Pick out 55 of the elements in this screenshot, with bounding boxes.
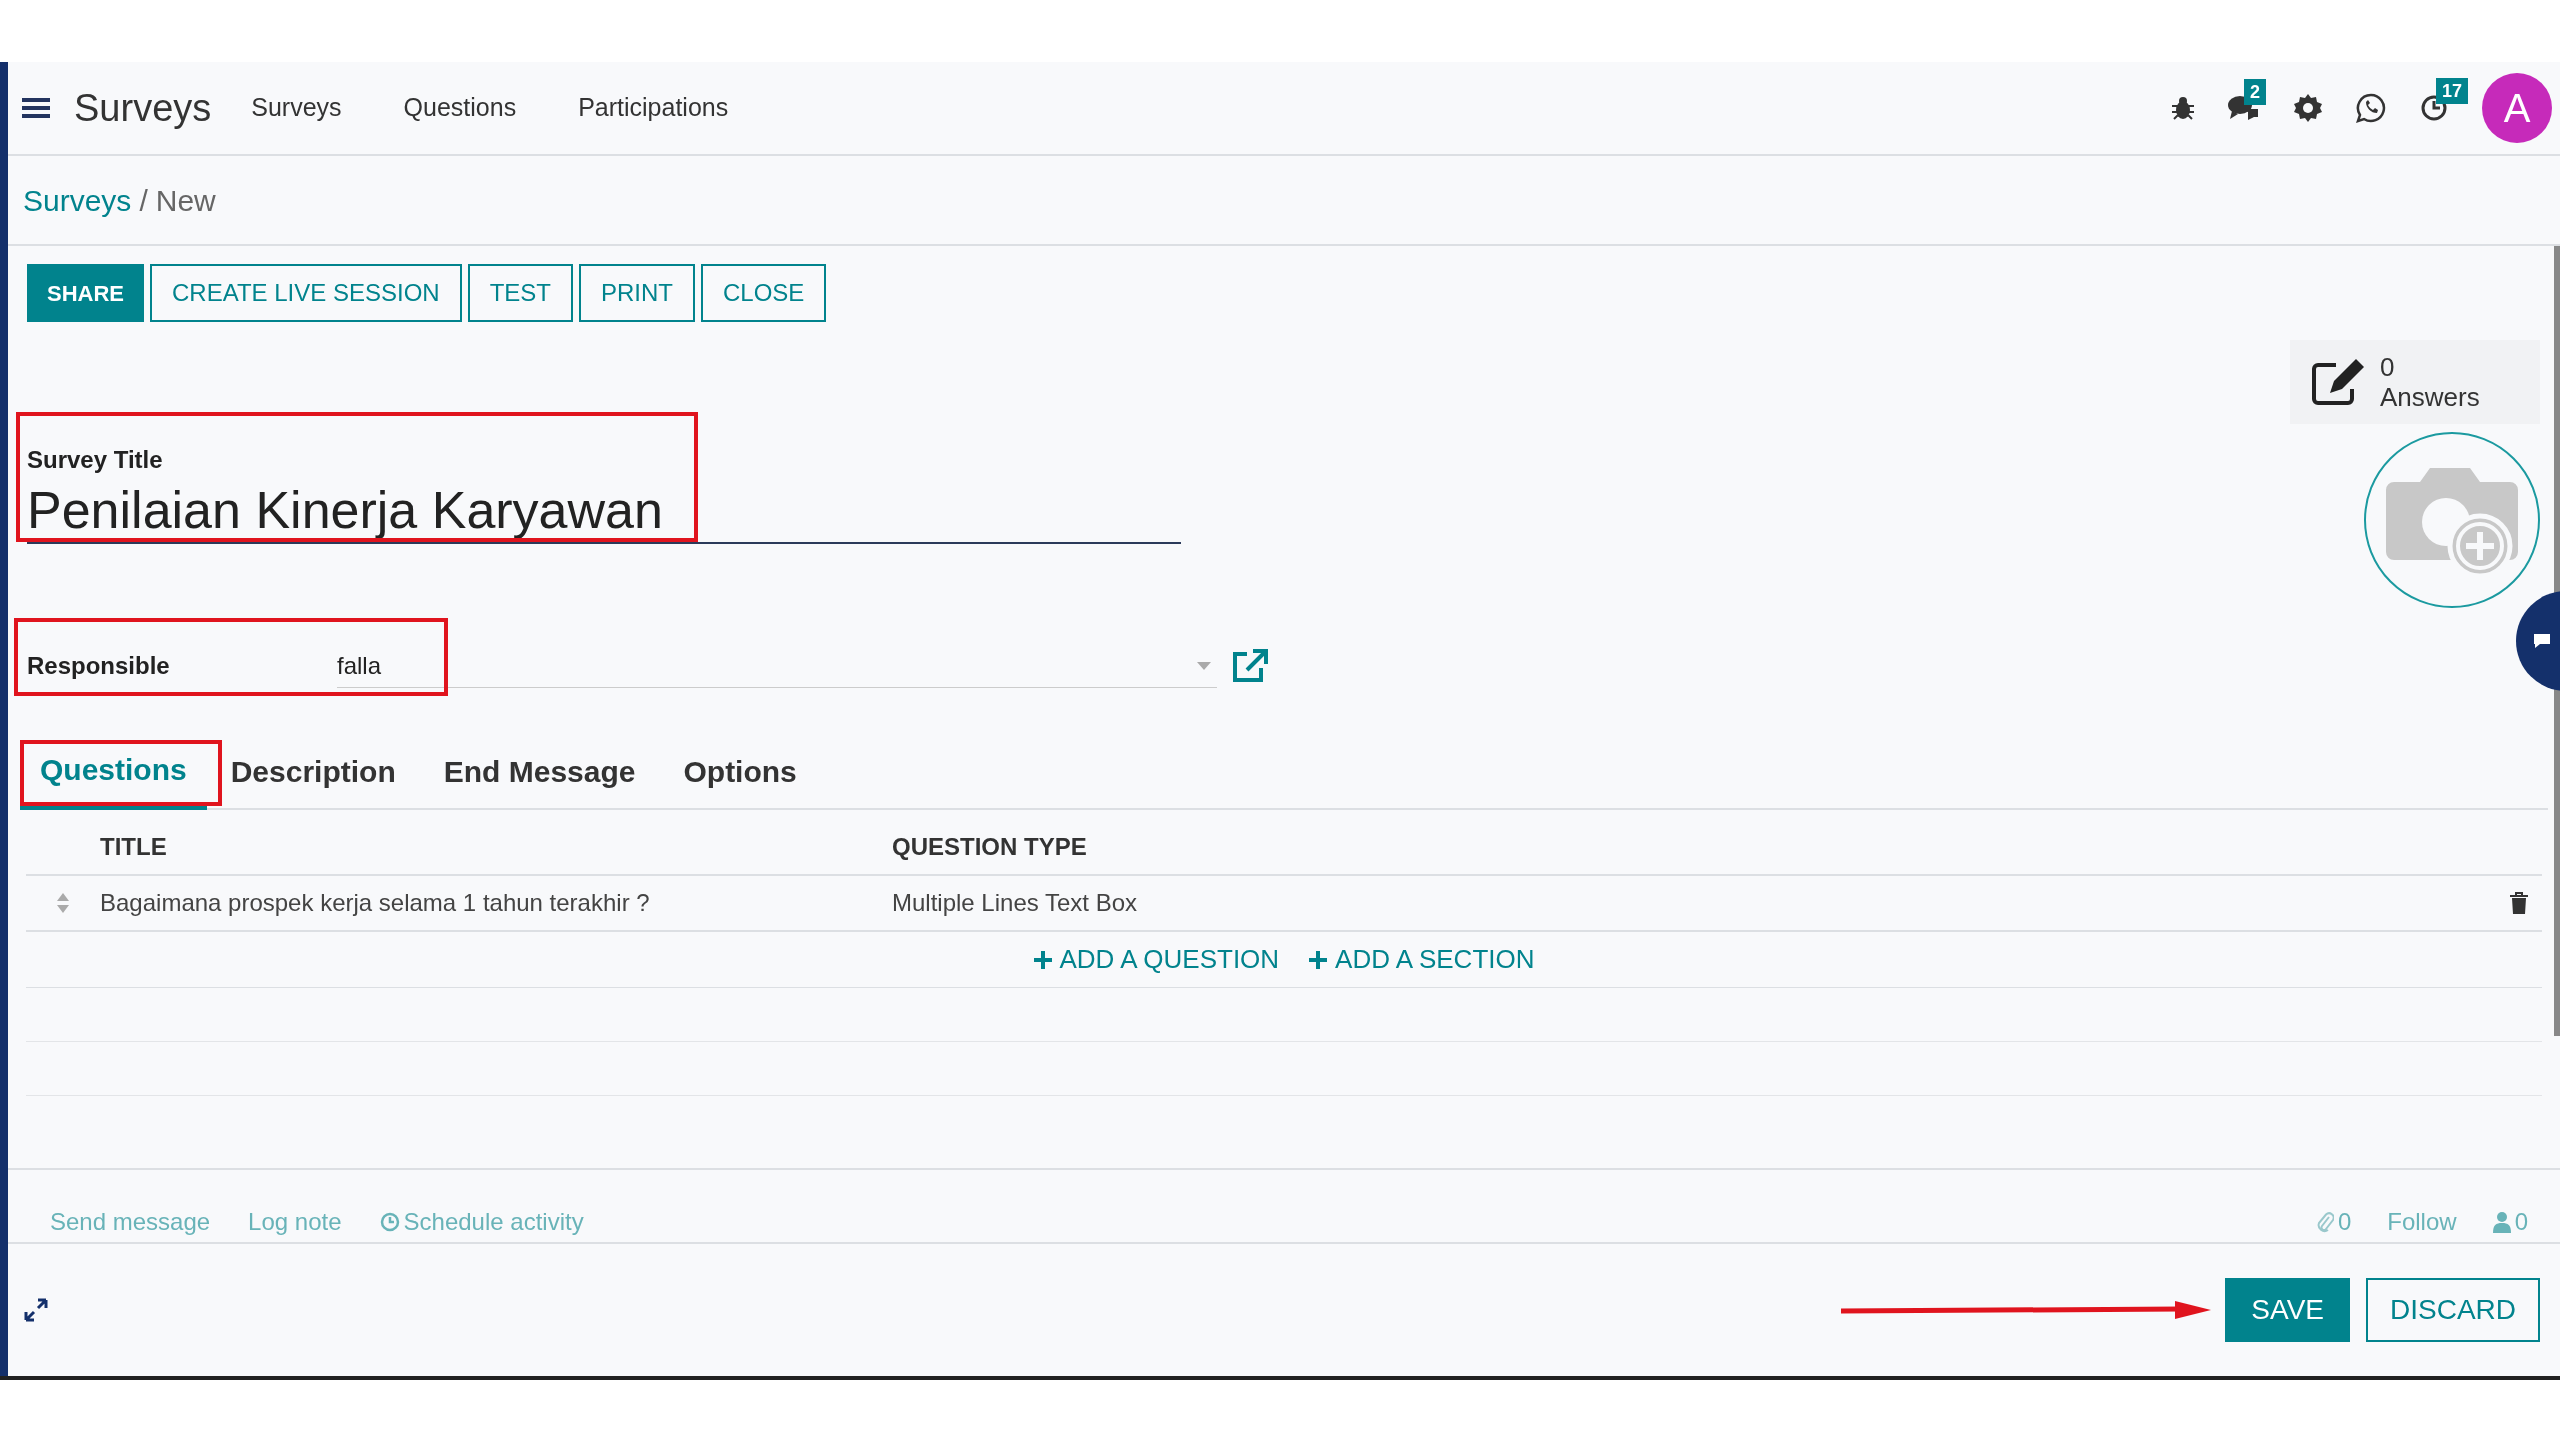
field-label: Survey Title	[27, 445, 164, 475]
table-cell-text: Bagaimana prospek kerja selama 1 tahun terakhir ?	[100, 888, 651, 918]
title-field[interactable]: Penilaian Kinerja Karyawan	[27, 478, 1181, 544]
chatter-link[interactable]: Log note	[248, 1204, 342, 1240]
breadcrumb-link[interactable]: Surveys	[23, 177, 132, 223]
table-cell-text: Multiple Lines Text Box	[892, 888, 1137, 918]
external-link-icon[interactable]	[1231, 648, 1269, 684]
field-label: Responsible	[27, 651, 171, 681]
chat-icon	[2532, 632, 2552, 650]
action-button[interactable]: TEST	[467, 264, 573, 322]
action-button[interactable]: CREATE LIVE SESSION	[150, 264, 462, 322]
bug-icon[interactable]	[2172, 96, 2194, 120]
follow-link[interactable]: Follow	[2387, 1204, 2457, 1240]
clock-icon	[379, 1212, 400, 1232]
expand-icon[interactable]	[24, 1298, 48, 1322]
delete-icon[interactable]	[2510, 892, 2528, 914]
attachments-count[interactable]: 0	[2315, 1204, 2352, 1240]
notification-badge: 2	[2244, 79, 2266, 105]
action-button[interactable]: PRINT	[579, 264, 695, 322]
add-link[interactable]: ADD A SECTION	[1309, 940, 1535, 979]
footer-button[interactable]: DISCARD	[2366, 1278, 2540, 1342]
field-value: falla	[337, 650, 382, 681]
menu-item[interactable]: Surveys	[251, 89, 342, 127]
breadcrumb-current: New	[155, 182, 216, 219]
plus-icon	[1033, 950, 1052, 969]
column-header[interactable]: TITLE	[100, 829, 892, 865]
person-icon	[2492, 1211, 2511, 1233]
answers-stat-button[interactable]: 0 Answers	[2290, 340, 2540, 424]
plus-icon	[1309, 950, 1328, 969]
tab[interactable]: Options	[659, 749, 821, 808]
chatter-link[interactable]: Schedule activity	[379, 1204, 584, 1240]
stat-value: 0	[2380, 352, 2396, 382]
app-title: Surveys	[74, 85, 212, 131]
user-avatar[interactable]: A	[2482, 73, 2552, 143]
menu-item[interactable]: Questions	[403, 89, 517, 127]
tab[interactable]: End Message	[419, 749, 660, 808]
footer-button[interactable]: SAVE	[2225, 1278, 2350, 1342]
followers-count[interactable]: 0	[2492, 1204, 2528, 1240]
stat-label: Answers	[2380, 382, 2480, 412]
drag-handle-icon[interactable]	[57, 893, 69, 913]
menu-icon[interactable]	[22, 96, 50, 120]
phone-chat-icon[interactable]	[2356, 93, 2386, 123]
settings-icon[interactable]	[2294, 94, 2322, 122]
tab[interactable]: Questions	[20, 747, 207, 810]
column-header[interactable]: QUESTION TYPE	[892, 829, 1087, 865]
notification-badge: 17	[2436, 78, 2469, 104]
add-link[interactable]: ADD A QUESTION	[1033, 940, 1280, 979]
action-button[interactable]: SHARE	[27, 264, 144, 322]
breadcrumb-separator: /	[139, 182, 148, 219]
chatter-link[interactable]: Send message	[50, 1204, 211, 1240]
paperclip-icon	[2315, 1211, 2334, 1233]
responsible-field[interactable]: falla	[337, 644, 1217, 688]
menu-item[interactable]: Participations	[578, 89, 729, 127]
tab[interactable]: Description	[206, 749, 420, 808]
action-button[interactable]: CLOSE	[701, 264, 827, 322]
